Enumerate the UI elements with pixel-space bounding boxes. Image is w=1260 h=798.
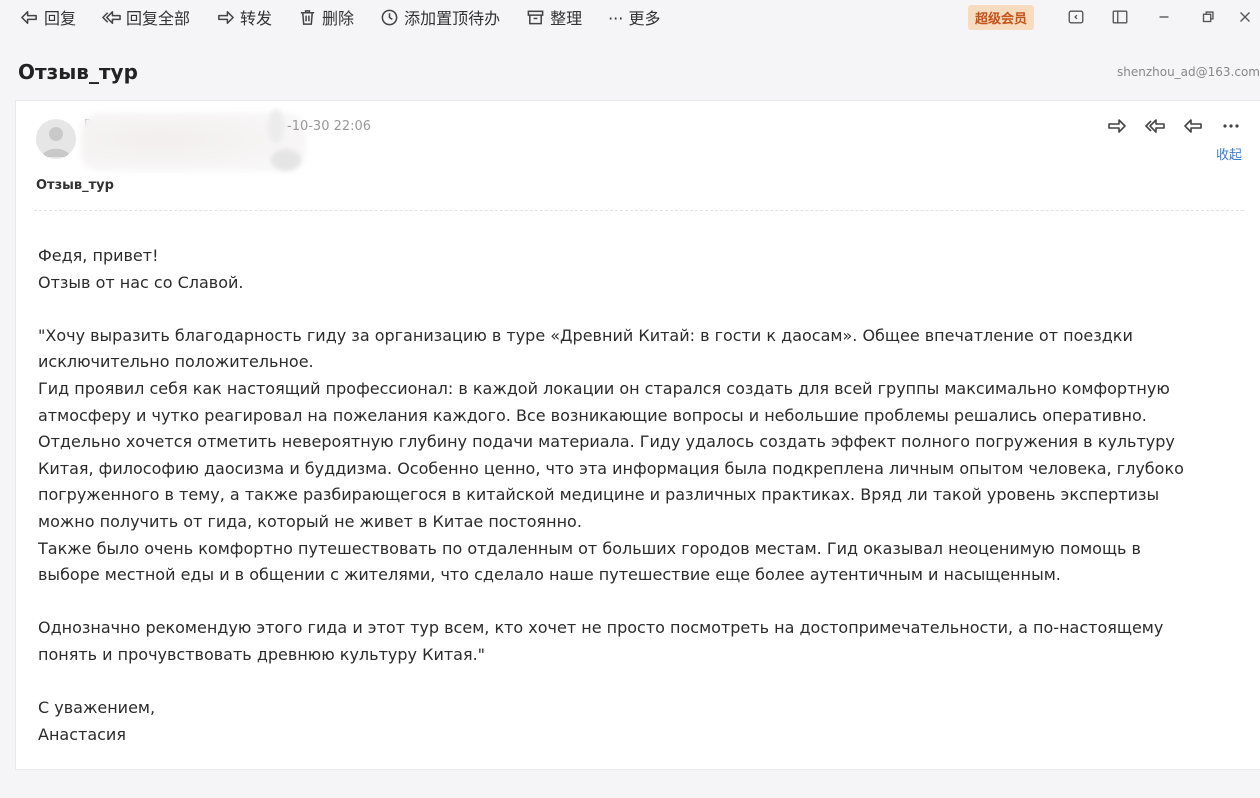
reply-label: 回复 <box>44 9 77 28</box>
header-divider <box>34 210 1244 211</box>
account-email: shenzhou_ad@163.com <box>1116 65 1260 79</box>
body-line: Анастасия <box>38 724 126 744</box>
mail-subject: Отзыв_тур <box>36 178 114 193</box>
archive-icon <box>527 10 544 24</box>
body-line: Отдельно хочется отметить невероятную гл… <box>38 432 1175 452</box>
trash-icon <box>300 9 315 25</box>
reply-icon[interactable] <box>1182 115 1204 137</box>
minimize-button[interactable] <box>1142 4 1186 30</box>
minimize-icon <box>1159 16 1169 18</box>
body-line: Однозначно рекомендую этого гида и этот … <box>38 618 1164 638</box>
more-icon[interactable] <box>1220 115 1242 137</box>
body-line: можно получить от гида, который не живет… <box>38 511 582 531</box>
reply-all-button[interactable]: 回复全部 <box>102 5 190 29</box>
body-line: "Хочу выразить благодарность гиду за орг… <box>38 325 1133 345</box>
body-line: выборе местной еды и в общении с жителям… <box>38 565 1061 585</box>
add-todo-label: 添加置顶待办 <box>404 9 501 28</box>
forward-label: 转发 <box>240 9 273 28</box>
page-title: Отзыв_тур <box>18 60 138 84</box>
add-todo-button[interactable]: 添加置顶待办 <box>380 5 500 29</box>
mail-actions <box>1106 115 1242 137</box>
window-controls: 超级会员 <box>967 4 1260 30</box>
vip-badge[interactable]: 超级会员 <box>967 4 1034 30</box>
organize-label: 整理 <box>550 9 583 28</box>
body-line: атмосферу и чутко реагировал на пожелани… <box>38 405 1147 425</box>
body-line: Также было очень комфортно путешествоват… <box>38 538 1141 558</box>
body-line: Федя, привет! <box>38 246 159 265</box>
avatar <box>36 119 76 159</box>
body-line: погруженного в тему, а также разбирающег… <box>38 485 1160 505</box>
reply-icon <box>21 10 37 24</box>
close-icon <box>1240 12 1250 22</box>
layout-icon <box>1112 10 1128 24</box>
forward-icon[interactable] <box>1106 115 1128 137</box>
reply-all-label: 回复全部 <box>126 9 191 28</box>
body-line: Китая, философию даосизма и буддизма. Ос… <box>38 458 1184 478</box>
user-icon <box>42 127 70 157</box>
delete-button[interactable]: 删除 <box>298 5 354 29</box>
layout-button[interactable] <box>1098 4 1142 30</box>
reply-all-icon[interactable] <box>1144 115 1166 137</box>
body-line: Гид проявил себя как настоящий профессио… <box>38 378 1170 398</box>
reply-all-icon <box>102 10 121 24</box>
collapse-link[interactable]: 收起 <box>1216 144 1242 163</box>
reader-icon <box>1068 10 1084 24</box>
mail-card: Р -10-30 22:06 Отзыв_тур 收起 Федя, привет… <box>15 100 1260 770</box>
forward-button[interactable]: 转发 <box>216 5 272 29</box>
mail-date: -10-30 22:06 <box>287 119 372 134</box>
mail-body: Федя, привет! Отзыв от нас со Славой. "Хоч… <box>38 243 1248 748</box>
sender-redaction-blob <box>271 149 301 171</box>
restore-icon <box>1202 11 1214 23</box>
more-button[interactable]: ··· 更多 <box>608 5 660 29</box>
restore-button[interactable] <box>1186 4 1230 30</box>
sender-redaction-edge <box>268 109 284 143</box>
body-line: понять и прочувствовать древнюю культуру… <box>38 644 486 664</box>
close-window-button[interactable] <box>1230 4 1260 30</box>
more-label: ··· 更多 <box>608 9 661 28</box>
delete-label: 删除 <box>322 9 355 28</box>
clock-icon <box>381 9 398 25</box>
organize-button[interactable]: 整理 <box>526 5 582 29</box>
reply-button[interactable]: 回复 <box>20 5 76 29</box>
body-line: исключительно положительное. <box>38 352 314 372</box>
body-line: Отзыв от нас со Славой. <box>38 272 244 292</box>
forward-icon <box>218 10 234 24</box>
body-line: С уважением, <box>38 698 156 718</box>
reader-mode-button[interactable] <box>1054 4 1098 30</box>
